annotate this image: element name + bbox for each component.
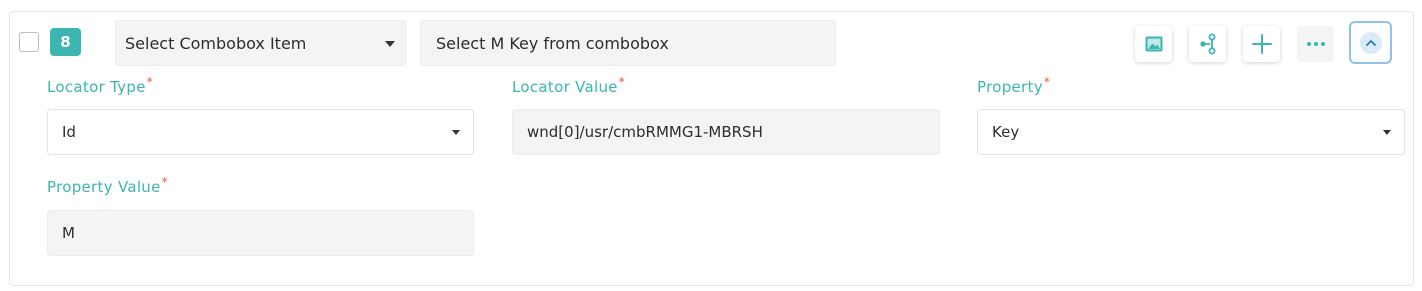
locator-value-input[interactable]: wnd[0]/usr/cmbRMMG1-MBRSH <box>512 109 940 155</box>
more-icon <box>1306 42 1325 46</box>
required-marker: * <box>146 75 154 89</box>
caret-down-icon <box>1383 130 1391 135</box>
locator-type-value: Id <box>62 123 76 141</box>
add-step-button[interactable] <box>1243 26 1280 62</box>
image-icon <box>1145 36 1162 52</box>
locator-type-select[interactable]: Id <box>47 109 474 155</box>
required-marker: * <box>1043 75 1051 89</box>
screenshot-button[interactable] <box>1135 26 1172 62</box>
chevron-up-icon <box>1365 39 1376 46</box>
caret-down-icon <box>452 130 460 135</box>
branch-icon <box>1199 33 1215 55</box>
locator-type-label: Locator Type* <box>47 75 154 96</box>
property-value-label: Property Value* <box>47 175 168 196</box>
more-options-button[interactable] <box>1297 26 1334 62</box>
step-description-input[interactable]: Select M Key from combobox <box>420 20 836 66</box>
step-description-value: Select M Key from combobox <box>436 33 669 53</box>
caret-down-icon <box>385 41 395 47</box>
collapse-step-button[interactable] <box>1349 21 1392 64</box>
property-value-input[interactable]: M <box>47 210 474 256</box>
action-type-select[interactable]: Select Combobox Item <box>115 20 406 66</box>
property-value-text: M <box>62 224 75 242</box>
property-label: Property* <box>977 75 1051 96</box>
required-marker: * <box>161 175 168 189</box>
action-type-value: Select Combobox Item <box>125 33 307 53</box>
property-select[interactable]: Key <box>977 109 1405 155</box>
plus-icon <box>1251 34 1272 54</box>
property-value: Key <box>992 123 1020 141</box>
step-number-badge: 8 <box>50 28 81 56</box>
required-marker: * <box>618 75 626 89</box>
locator-value-text: wnd[0]/usr/cmbRMMG1-MBRSH <box>527 123 763 141</box>
branch-button[interactable] <box>1189 26 1226 62</box>
locator-value-label: Locator Value* <box>512 75 626 96</box>
step-select-checkbox[interactable] <box>19 32 39 52</box>
